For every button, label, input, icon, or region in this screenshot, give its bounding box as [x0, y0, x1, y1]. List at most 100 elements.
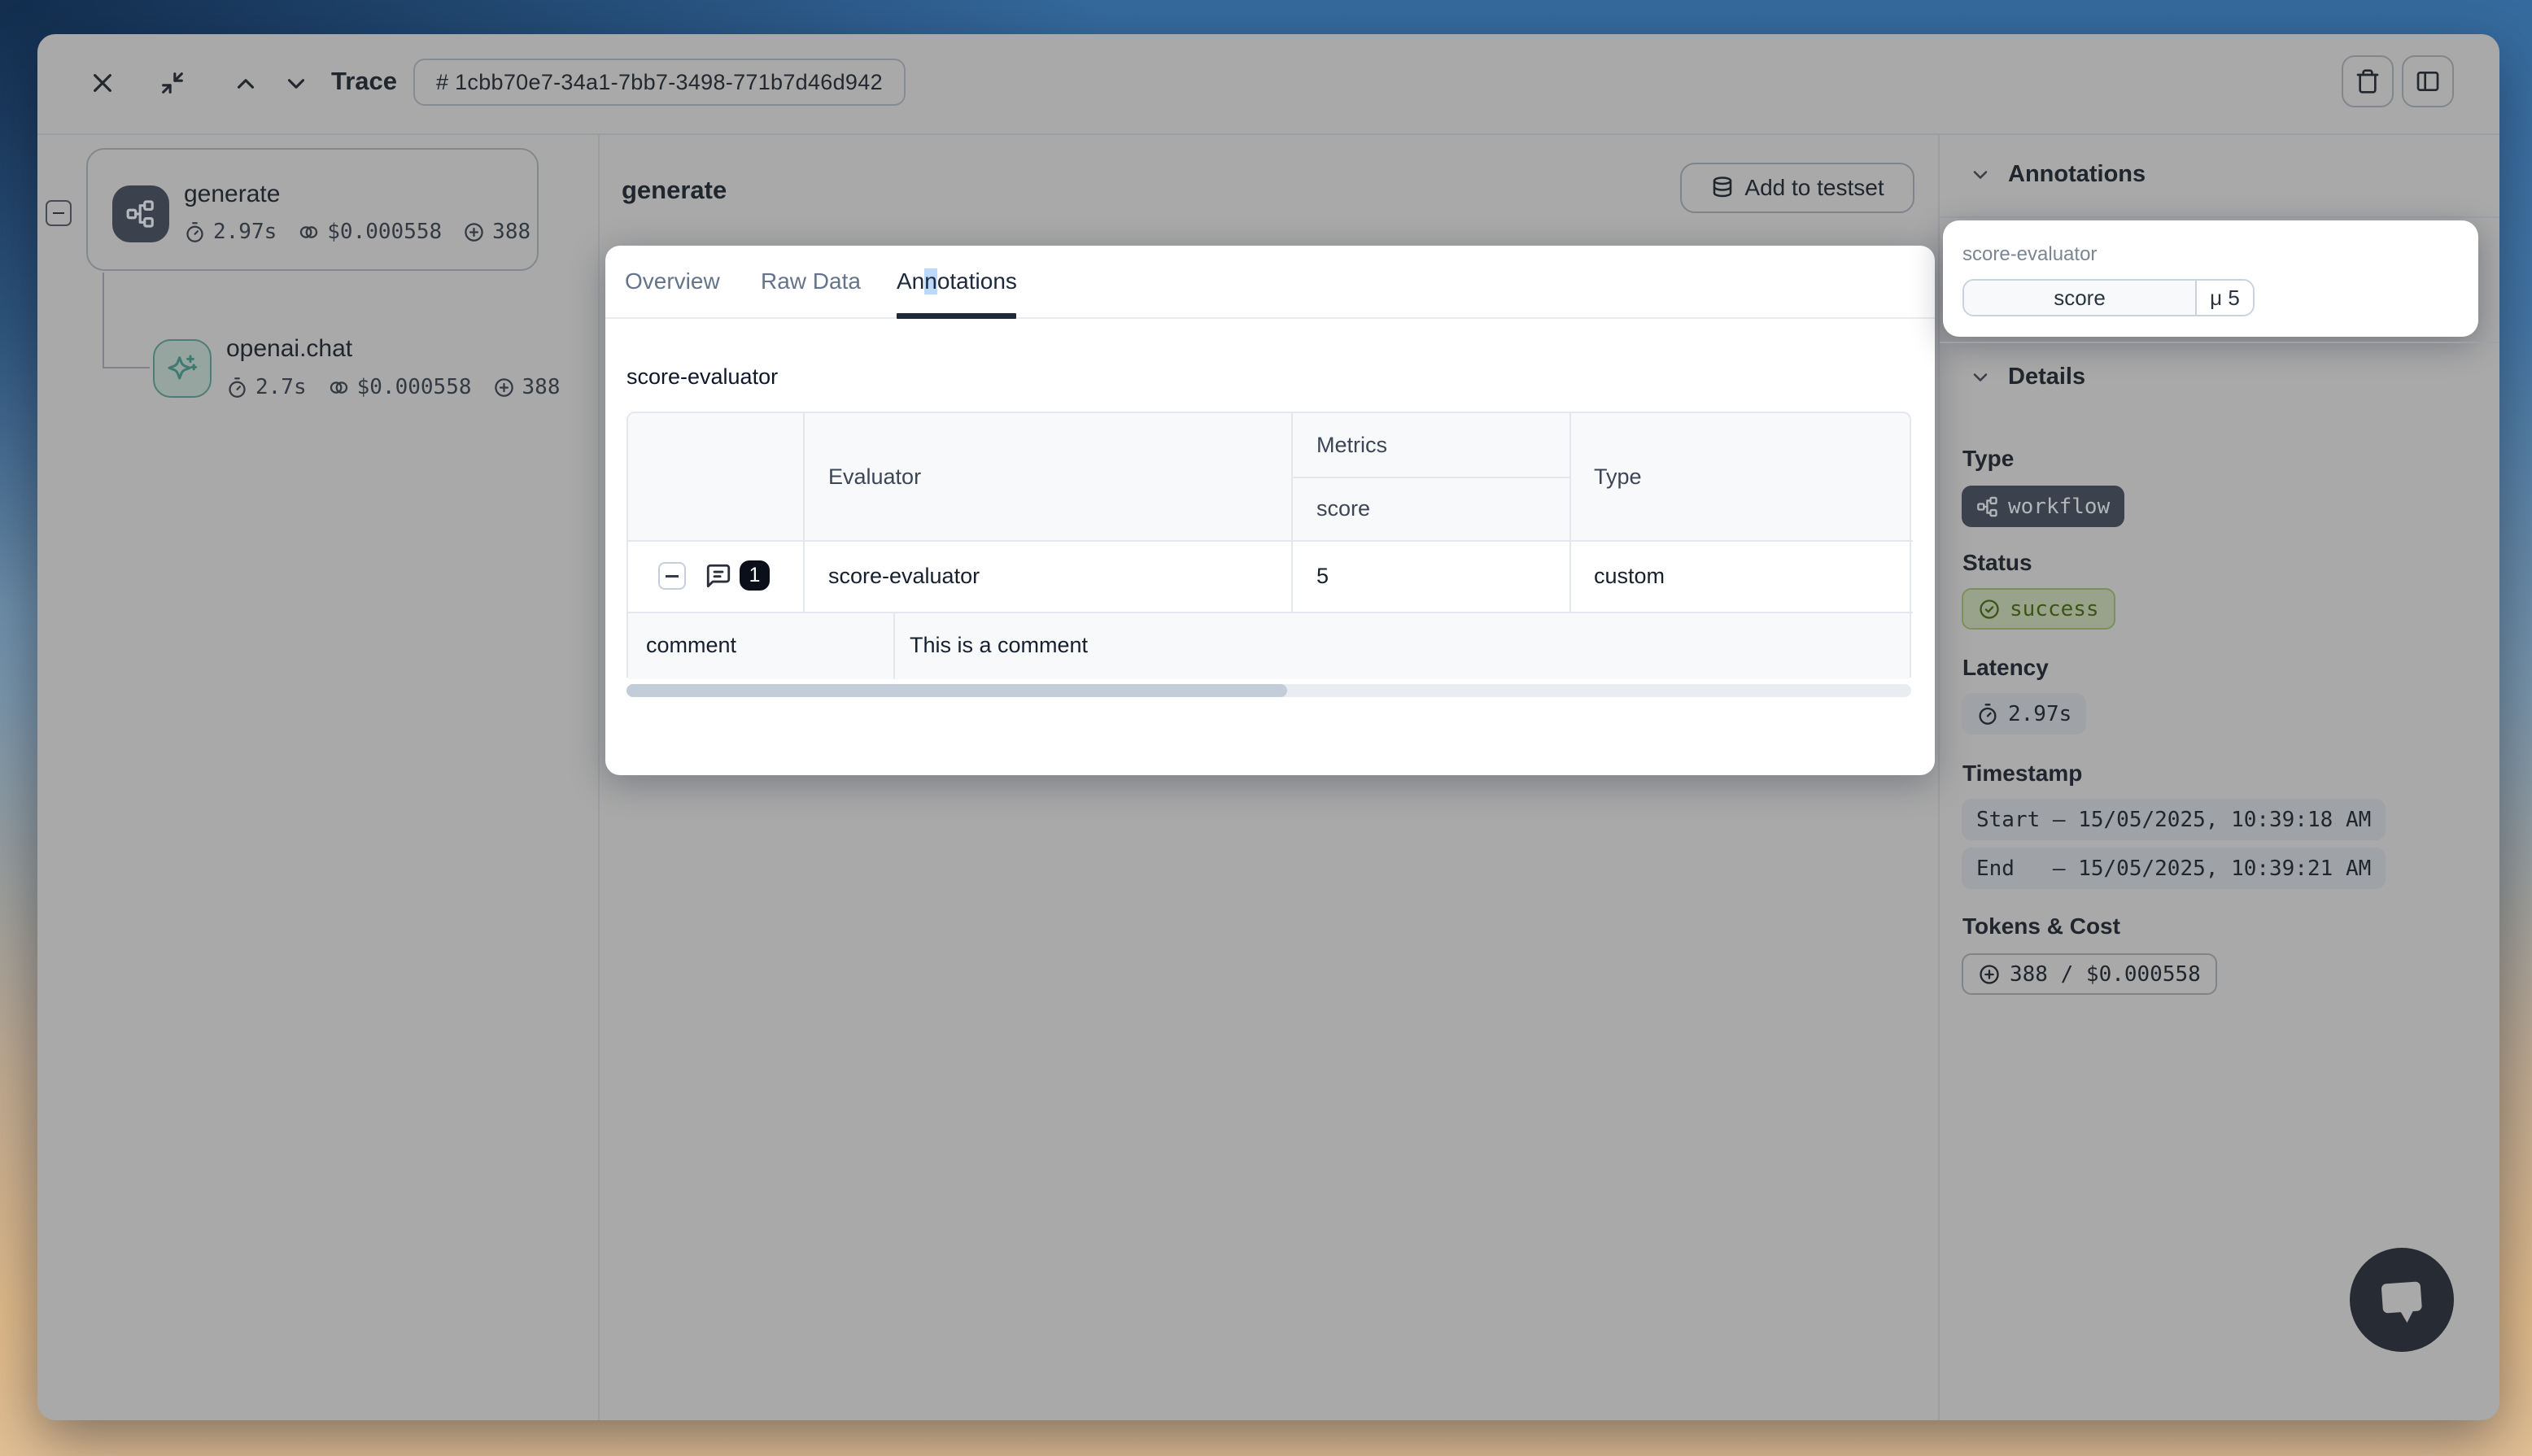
column-header-evaluator: Evaluator — [828, 413, 921, 540]
timestamp-start-chip: Start — 15/05/2025, 10:39:18 AM — [1962, 799, 2386, 840]
workflow-icon — [1976, 495, 1999, 518]
close-button[interactable] — [86, 67, 119, 99]
status-label: Status — [1962, 550, 2032, 576]
annotation-score-card: score-evaluator score μ 5 — [1943, 220, 2478, 337]
trace-title: Trace — [331, 67, 397, 96]
tree-connector — [103, 272, 104, 368]
column-subheader-score: score — [1316, 477, 1370, 540]
chevron-down-icon — [1969, 163, 1992, 186]
minus-icon — [666, 575, 679, 578]
timer-icon — [184, 221, 206, 243]
row-select-cell — [658, 562, 686, 590]
chevron-down-icon — [282, 70, 310, 98]
table-grid-line — [893, 612, 895, 679]
coins-icon — [298, 221, 320, 243]
comment-row-bg — [628, 612, 1910, 679]
collapse-button[interactable] — [156, 67, 189, 99]
scrollbar-thumb[interactable] — [626, 684, 1287, 697]
toggle-side-panel-button[interactable] — [2402, 55, 2454, 107]
comment-value-cell: This is a comment — [910, 612, 1088, 679]
check-circle-icon — [1978, 598, 2001, 621]
trace-modal: Trace # 1cbb70e7-34a1-7bb7-3498-771b7d46… — [37, 34, 2499, 1420]
cell-score: 5 — [1316, 540, 1329, 612]
tab-bar: Overview Raw Data Annotations — [605, 246, 1935, 319]
timestamp-end-chip: End — 15/05/2025, 10:39:21 AM — [1962, 848, 2386, 889]
table-grid-line — [803, 413, 805, 612]
chevron-down-icon — [1969, 366, 1992, 389]
text-selection: n — [924, 268, 937, 294]
plus-circle-icon — [463, 221, 485, 243]
tokens-cost-chip: 388 / $0.000558 — [1962, 953, 2217, 995]
table-grid-line — [1291, 413, 1293, 612]
column-header-metrics: Metrics — [1316, 413, 1387, 477]
metric-score-control[interactable]: score μ 5 — [1962, 279, 2255, 316]
sidebar-divider — [598, 135, 600, 1420]
span-stats: 2.7s $0.000558 388 — [226, 375, 560, 399]
tokens-cost-label: Tokens & Cost — [1962, 913, 2120, 939]
timer-icon — [226, 377, 248, 399]
sparkles-icon — [166, 352, 199, 385]
span-tokens: 388 — [493, 375, 561, 399]
llm-span-icon[interactable] — [153, 339, 212, 398]
timestamp-label: Timestamp — [1962, 761, 2082, 787]
span-duration: 2.97s — [184, 220, 277, 244]
table-grid-line — [628, 540, 1913, 542]
horizontal-scrollbar — [626, 684, 1911, 697]
plus-circle-icon — [493, 377, 515, 399]
span-name: generate — [184, 181, 280, 208]
close-icon — [89, 70, 116, 96]
status-badge: success — [1962, 588, 2115, 630]
evaluator-section-title: score-evaluator — [626, 364, 778, 390]
chat-bubble-icon — [2371, 1269, 2434, 1332]
span-name[interactable]: openai.chat — [226, 335, 352, 363]
row-checkbox-indeterminate[interactable] — [658, 562, 686, 590]
metric-name[interactable]: score — [1964, 281, 2197, 315]
right-panel-divider — [1938, 135, 1940, 1420]
span-cost: $0.000558 — [328, 375, 472, 399]
cell-type: custom — [1594, 540, 1665, 612]
span-detail-panel: Overview Raw Data Annotations score-eval… — [605, 246, 1935, 775]
tree-connector — [103, 367, 150, 368]
span-duration: 2.7s — [226, 375, 307, 399]
latency-chip: 2.97s — [1962, 693, 2086, 735]
metric-mean-badge: μ 5 — [2197, 281, 2253, 315]
details-section-header[interactable]: Details — [1969, 364, 2085, 390]
cell-evaluator: score-evaluator — [828, 540, 980, 612]
plus-circle-icon — [1978, 963, 2001, 986]
type-chip: workflow — [1962, 486, 2124, 527]
row-comment-button[interactable] — [705, 561, 732, 591]
topbar-divider — [37, 133, 2499, 135]
active-tab-indicator — [897, 313, 1016, 319]
coins-icon — [328, 377, 350, 399]
minimize-icon — [159, 69, 186, 97]
annotations-table: Evaluator Metrics score Type 1 score-eva… — [626, 412, 1911, 678]
panel-layout-icon — [2415, 68, 2441, 94]
section-divider — [1940, 216, 2499, 218]
trash-icon — [2355, 68, 2381, 94]
section-divider — [1940, 342, 2499, 343]
delete-trace-button[interactable] — [2342, 55, 2394, 107]
tab-raw-data[interactable]: Raw Data — [761, 246, 861, 317]
comment-count-cell: 1 — [740, 560, 770, 591]
comment-key-cell: comment — [646, 612, 736, 679]
support-chat-button[interactable] — [2350, 1248, 2454, 1352]
span-cost: $0.000558 — [298, 220, 442, 244]
latency-label: Latency — [1962, 655, 2049, 681]
table-grid-line — [1569, 413, 1571, 612]
tab-overview[interactable]: Overview — [625, 246, 720, 317]
comment-count-badge[interactable]: 1 — [740, 560, 770, 591]
chevron-up-icon — [232, 70, 260, 98]
prev-span-button[interactable] — [229, 70, 262, 98]
add-to-testset-button[interactable]: Add to testset — [1680, 163, 1914, 213]
tree-collapse-toggle[interactable] — [46, 200, 72, 226]
page-title: generate — [622, 176, 727, 205]
timer-icon — [1976, 703, 1999, 726]
trace-id-badge: # 1cbb70e7-34a1-7bb7-3498-771b7d46d942 — [413, 59, 906, 106]
annotations-section-header[interactable]: Annotations — [1969, 161, 2146, 188]
next-span-button[interactable] — [280, 70, 312, 98]
tab-annotations[interactable]: Annotations — [897, 246, 1017, 317]
annotation-evaluator-label: score-evaluator — [1962, 243, 2097, 266]
workflow-span-icon — [112, 185, 169, 242]
minus-icon — [53, 212, 64, 215]
type-label: Type — [1962, 446, 2014, 472]
